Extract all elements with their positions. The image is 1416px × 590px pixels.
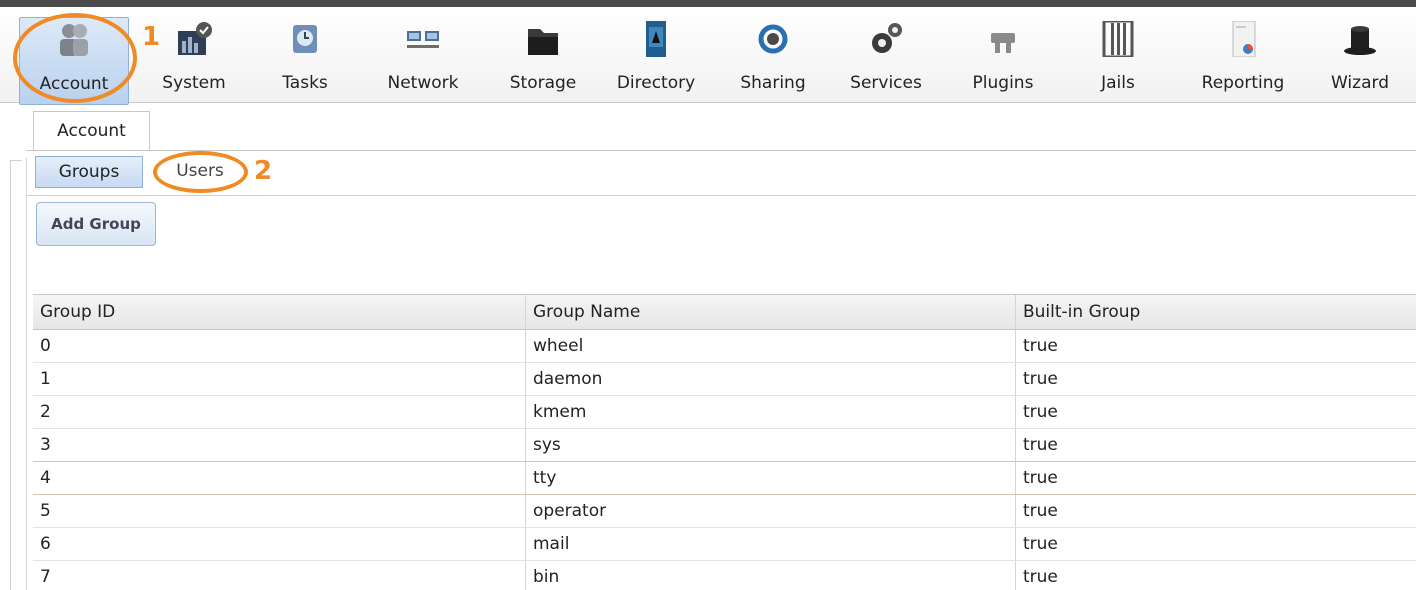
toolbar-services-label: Services	[850, 73, 922, 93]
cell-group-id: 1	[33, 363, 526, 395]
cell-group-id: 7	[33, 561, 526, 590]
network-icon	[407, 31, 439, 48]
column-header-builtin[interactable]: Built-in Group	[1016, 295, 1416, 329]
cell-group-id: 0	[33, 330, 526, 362]
toolbar-directory[interactable]: Directory	[606, 17, 706, 105]
cell-builtin: true	[1023, 468, 1058, 488]
toolbar-reporting-label: Reporting	[1201, 73, 1285, 93]
toolbar-system-label: System	[162, 73, 226, 93]
toolbar-network[interactable]: Network	[375, 17, 471, 105]
toolbar-wizard-label: Wizard	[1331, 73, 1389, 93]
jails-icon	[1102, 21, 1134, 57]
cell-group-name: tty	[526, 462, 1016, 494]
table-row[interactable]: 3 sys true	[33, 429, 1416, 462]
cell-group-id: 2	[33, 396, 526, 428]
plugins-icon	[991, 33, 1015, 53]
reporting-icon	[1232, 21, 1256, 57]
table-row[interactable]: 4 tty true	[33, 462, 1416, 495]
toolbar-storage[interactable]: Storage	[495, 17, 591, 105]
toolbar-storage-label: Storage	[509, 73, 577, 93]
storage-icon	[528, 29, 558, 55]
top-bar	[0, 0, 1416, 7]
left-panel-border	[10, 160, 22, 590]
table-row[interactable]: 6 mail true	[33, 528, 1416, 561]
annotation-number-1: 1	[142, 22, 161, 52]
cell-builtin: true	[1023, 435, 1058, 455]
cell-builtin: true	[1023, 336, 1058, 356]
groups-table: Group ID Group Name Built-in Group 0 whe…	[33, 294, 1416, 590]
main-toolbar: Account System Tasks Network Storage Dir…	[0, 7, 1416, 105]
left-panel-divider	[26, 158, 27, 590]
table-header: Group ID Group Name Built-in Group	[33, 294, 1416, 330]
cell-group-name: mail	[526, 528, 1016, 560]
cell-group-name: wheel	[526, 330, 1016, 362]
cell-group-id: 5	[33, 495, 526, 527]
tab-divider	[26, 150, 1416, 151]
cell-group-name: sys	[526, 429, 1016, 461]
subtab-groups[interactable]: Groups	[35, 156, 143, 188]
cell-group-name: operator	[526, 495, 1016, 527]
toolbar-network-label: Network	[387, 73, 459, 93]
system-icon	[178, 22, 212, 55]
toolbar-plugins[interactable]: Plugins	[955, 17, 1051, 105]
cell-builtin: true	[1023, 402, 1058, 422]
toolbar-wizard[interactable]: Wizard	[1312, 17, 1408, 105]
toolbar-sharing[interactable]: Sharing	[725, 17, 821, 105]
tasks-icon	[293, 25, 317, 53]
column-header-group-name[interactable]: Group Name	[526, 295, 1016, 329]
cell-group-id: 3	[33, 429, 526, 461]
table-row[interactable]: 7 bin true	[33, 561, 1416, 590]
add-group-button[interactable]: Add Group	[36, 202, 156, 246]
toolbar-jails-label: Jails	[1101, 73, 1135, 93]
sharing-icon	[758, 24, 788, 54]
subtab-divider	[26, 195, 1416, 196]
toolbar-account[interactable]: Account	[19, 17, 129, 105]
directory-icon	[646, 21, 666, 57]
cell-builtin: true	[1023, 534, 1058, 554]
cell-group-id: 4	[33, 462, 526, 494]
cell-group-name: kmem	[526, 396, 1016, 428]
cell-group-name: daemon	[526, 363, 1016, 395]
toolbar-account-label: Account	[39, 74, 109, 94]
cell-builtin: true	[1023, 567, 1058, 587]
services-icon	[872, 23, 902, 53]
toolbar-tasks[interactable]: Tasks	[262, 17, 348, 105]
column-header-group-id[interactable]: Group ID	[33, 295, 526, 329]
cell-builtin: true	[1023, 369, 1058, 389]
toolbar-tasks-label: Tasks	[282, 73, 328, 93]
tab-account[interactable]: Account	[33, 111, 150, 151]
toolbar-reporting[interactable]: Reporting	[1188, 17, 1298, 105]
account-icon	[60, 24, 88, 56]
toolbar-plugins-label: Plugins	[972, 73, 1034, 93]
subtab-users[interactable]: Users	[160, 156, 240, 188]
cell-builtin: true	[1023, 501, 1058, 521]
table-row[interactable]: 2 kmem true	[33, 396, 1416, 429]
toolbar-directory-label: Directory	[616, 73, 696, 93]
cell-group-name: bin	[526, 561, 1016, 590]
wizard-icon	[1344, 26, 1376, 55]
toolbar-jails[interactable]: Jails	[1078, 17, 1158, 105]
table-row[interactable]: 0 wheel true	[33, 330, 1416, 363]
toolbar-sharing-label: Sharing	[740, 73, 806, 93]
annotation-number-2: 2	[254, 156, 273, 186]
toolbar-services[interactable]: Services	[838, 17, 934, 105]
cell-group-id: 6	[33, 528, 526, 560]
table-row[interactable]: 5 operator true	[33, 495, 1416, 528]
table-row[interactable]: 1 daemon true	[33, 363, 1416, 396]
